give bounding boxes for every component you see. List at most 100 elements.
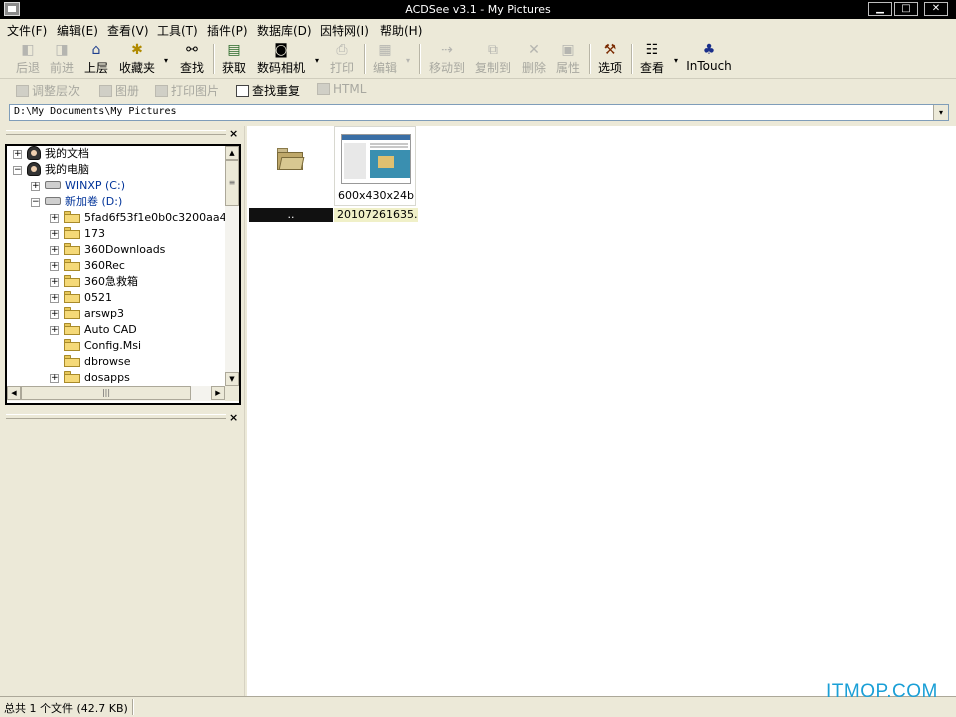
edit-icon: ▦	[378, 42, 392, 58]
scroll-down-arrow-icon[interactable]: ▼	[225, 372, 239, 386]
file-item-image[interactable]: 600x430x24b 20107261635...	[334, 126, 418, 226]
maximize-button[interactable]: □	[894, 2, 918, 16]
favorites-dropdown-arrow[interactable]: ▾	[164, 56, 168, 65]
menu-help[interactable]: 帮助(H)	[380, 22, 422, 39]
close-button[interactable]: ✕	[924, 2, 948, 16]
delete-button[interactable]: ✕ 删除	[520, 42, 548, 76]
folder-icon	[64, 339, 80, 351]
back-icon: ◧	[21, 42, 35, 58]
thumbnail-frame	[249, 126, 331, 206]
window-title: ACDSee v3.1 - My Pictures	[405, 3, 551, 16]
find-button[interactable]: ⚯ 查找	[178, 42, 206, 76]
tree-node-folder[interactable]: dosapps	[64, 370, 130, 386]
tree-toggle[interactable]: +	[31, 182, 40, 191]
tree-node-folder[interactable]: arswp3	[64, 306, 124, 322]
digital-camera-button[interactable]: ◙ 数码相机	[256, 42, 306, 76]
menu-database[interactable]: 数据库(D)	[257, 22, 312, 39]
tree-node-drive-c[interactable]: WINXP (C:)	[45, 178, 125, 194]
album-icon	[99, 85, 112, 97]
adjust-levels-button[interactable]: 调整层次	[16, 82, 80, 99]
tree-toggle[interactable]: +	[50, 278, 59, 287]
tree-node-my-computer[interactable]: 我的电脑	[27, 162, 89, 178]
hard-drive-icon	[45, 197, 61, 205]
forward-button[interactable]: ◨ 前进	[48, 42, 76, 76]
scroll-up-arrow-icon[interactable]: ▲	[225, 146, 239, 160]
main-toolbar: ◧ 后退 ◨ 前进 ⌂ 上层 ✱ 收藏夹 ▾ ⚯ 查找 ▤ 获取 ◙ 数码相机 …	[0, 40, 956, 79]
tree-toggle[interactable]: −	[13, 166, 22, 175]
delete-icon: ✕	[528, 42, 540, 58]
html-button[interactable]: HTML	[317, 82, 366, 96]
camera-dropdown-arrow[interactable]: ▾	[315, 56, 319, 65]
image-dimensions: 600x430x24b	[338, 189, 414, 202]
tree-toggle[interactable]: +	[50, 326, 59, 335]
adjust-levels-icon	[16, 85, 29, 97]
tree-node-folder[interactable]: Config.Msi	[64, 338, 141, 354]
copy-to-button[interactable]: ⧉ 复制到	[474, 42, 512, 76]
tree-node-folder[interactable]: 5fad6f53f1e0b0c3200aa435	[64, 210, 225, 226]
tree-pane-close-button[interactable]: ×	[229, 127, 238, 140]
tree-node-folder[interactable]: 360Rec	[64, 258, 125, 274]
options-button[interactable]: ⚒ 选项	[596, 42, 624, 76]
tree-node-folder[interactable]: 360Downloads	[64, 242, 165, 258]
scroll-thumb[interactable]: |||	[21, 386, 191, 400]
tree-toggle[interactable]: +	[50, 246, 59, 255]
tree-toggle[interactable]: −	[31, 198, 40, 207]
tree-toggle[interactable]: +	[50, 262, 59, 271]
album-button[interactable]: 图册	[99, 82, 139, 99]
pane-grip[interactable]	[6, 130, 226, 135]
up-button[interactable]: ⌂ 上层	[82, 42, 110, 76]
tree-toggle[interactable]: +	[13, 150, 22, 159]
address-bar[interactable]: D:\My Documents\My Pictures ▾	[9, 104, 949, 121]
tree-node-folder[interactable]: 0521	[64, 290, 112, 306]
view-dropdown-arrow[interactable]: ▾	[674, 56, 678, 65]
edit-dropdown-arrow[interactable]: ▾	[406, 56, 410, 65]
scrollbar-corner	[225, 386, 239, 401]
properties-button[interactable]: ▣ 属性	[554, 42, 582, 76]
back-button[interactable]: ◧ 后退	[14, 42, 42, 76]
menu-edit[interactable]: 编辑(E)	[57, 22, 98, 39]
menu-file[interactable]: 文件(F)	[7, 22, 47, 39]
menu-tools[interactable]: 工具(T)	[157, 22, 198, 39]
tree-toggle[interactable]: +	[50, 310, 59, 319]
scroll-left-arrow-icon[interactable]: ◀	[7, 386, 21, 400]
tree-toggle[interactable]: +	[50, 294, 59, 303]
scroll-right-arrow-icon[interactable]: ▶	[211, 386, 225, 400]
view-button[interactable]: ☷ 查看	[638, 42, 666, 76]
preview-pane-close-button[interactable]: ×	[229, 411, 238, 424]
print-image-button[interactable]: 打印图片	[155, 82, 219, 99]
title-bar: ACDSee v3.1 - My Pictures ▁ □ ✕	[0, 0, 956, 19]
acquire-button[interactable]: ▤ 获取	[220, 42, 248, 76]
file-item-parent-folder[interactable]: ..	[249, 126, 333, 226]
scroll-thumb[interactable]: ≡	[225, 160, 239, 206]
intouch-icon: ♣	[702, 42, 716, 58]
properties-icon: ▣	[561, 42, 575, 58]
menu-plugins[interactable]: 插件(P)	[207, 22, 248, 39]
menu-view[interactable]: 查看(V)	[107, 22, 149, 39]
tree-horizontal-scrollbar[interactable]: ◀ ||| ▶	[7, 386, 225, 401]
tree-node-folder[interactable]: 173	[64, 226, 105, 242]
forward-icon: ◨	[55, 42, 69, 58]
tree-node-drive-d[interactable]: 新加卷 (D:)	[45, 194, 122, 210]
move-to-button[interactable]: ⇢ 移动到	[428, 42, 466, 76]
intouch-button[interactable]: ♣ InTouch	[686, 42, 732, 76]
menu-internet[interactable]: 因特网(I)	[320, 22, 369, 39]
tree-node-folder[interactable]: 360急救箱	[64, 274, 138, 290]
toolbar-separator	[589, 44, 591, 74]
tree-node-folder[interactable]: Auto CAD	[64, 322, 137, 338]
tree-toggle[interactable]: +	[50, 374, 59, 383]
toolbar-separator	[631, 44, 633, 74]
print-button[interactable]: ⎙ 打印	[328, 42, 356, 76]
find-duplicates-button[interactable]: 查找重复	[236, 82, 300, 99]
tree-node-folder[interactable]: dbrowse	[64, 354, 130, 370]
tree-node-my-documents[interactable]: 我的文档	[27, 146, 89, 162]
edit-button[interactable]: ▦ 编辑	[371, 42, 399, 76]
tree-toggle[interactable]: +	[50, 230, 59, 239]
favorites-button[interactable]: ✱ 收藏夹	[117, 42, 157, 76]
tree-vertical-scrollbar[interactable]: ▲ ≡ ▼	[225, 146, 239, 386]
address-dropdown-button[interactable]: ▾	[933, 105, 948, 120]
folder-icon	[64, 259, 80, 271]
tree-toggle[interactable]: +	[50, 214, 59, 223]
minimize-button[interactable]: ▁	[868, 2, 892, 16]
pane-grip[interactable]	[6, 414, 226, 419]
folder-tree-list: + 我的文档 − 我的电脑 + WINXP (C:) − 新加卷 (D:) + …	[7, 146, 225, 386]
